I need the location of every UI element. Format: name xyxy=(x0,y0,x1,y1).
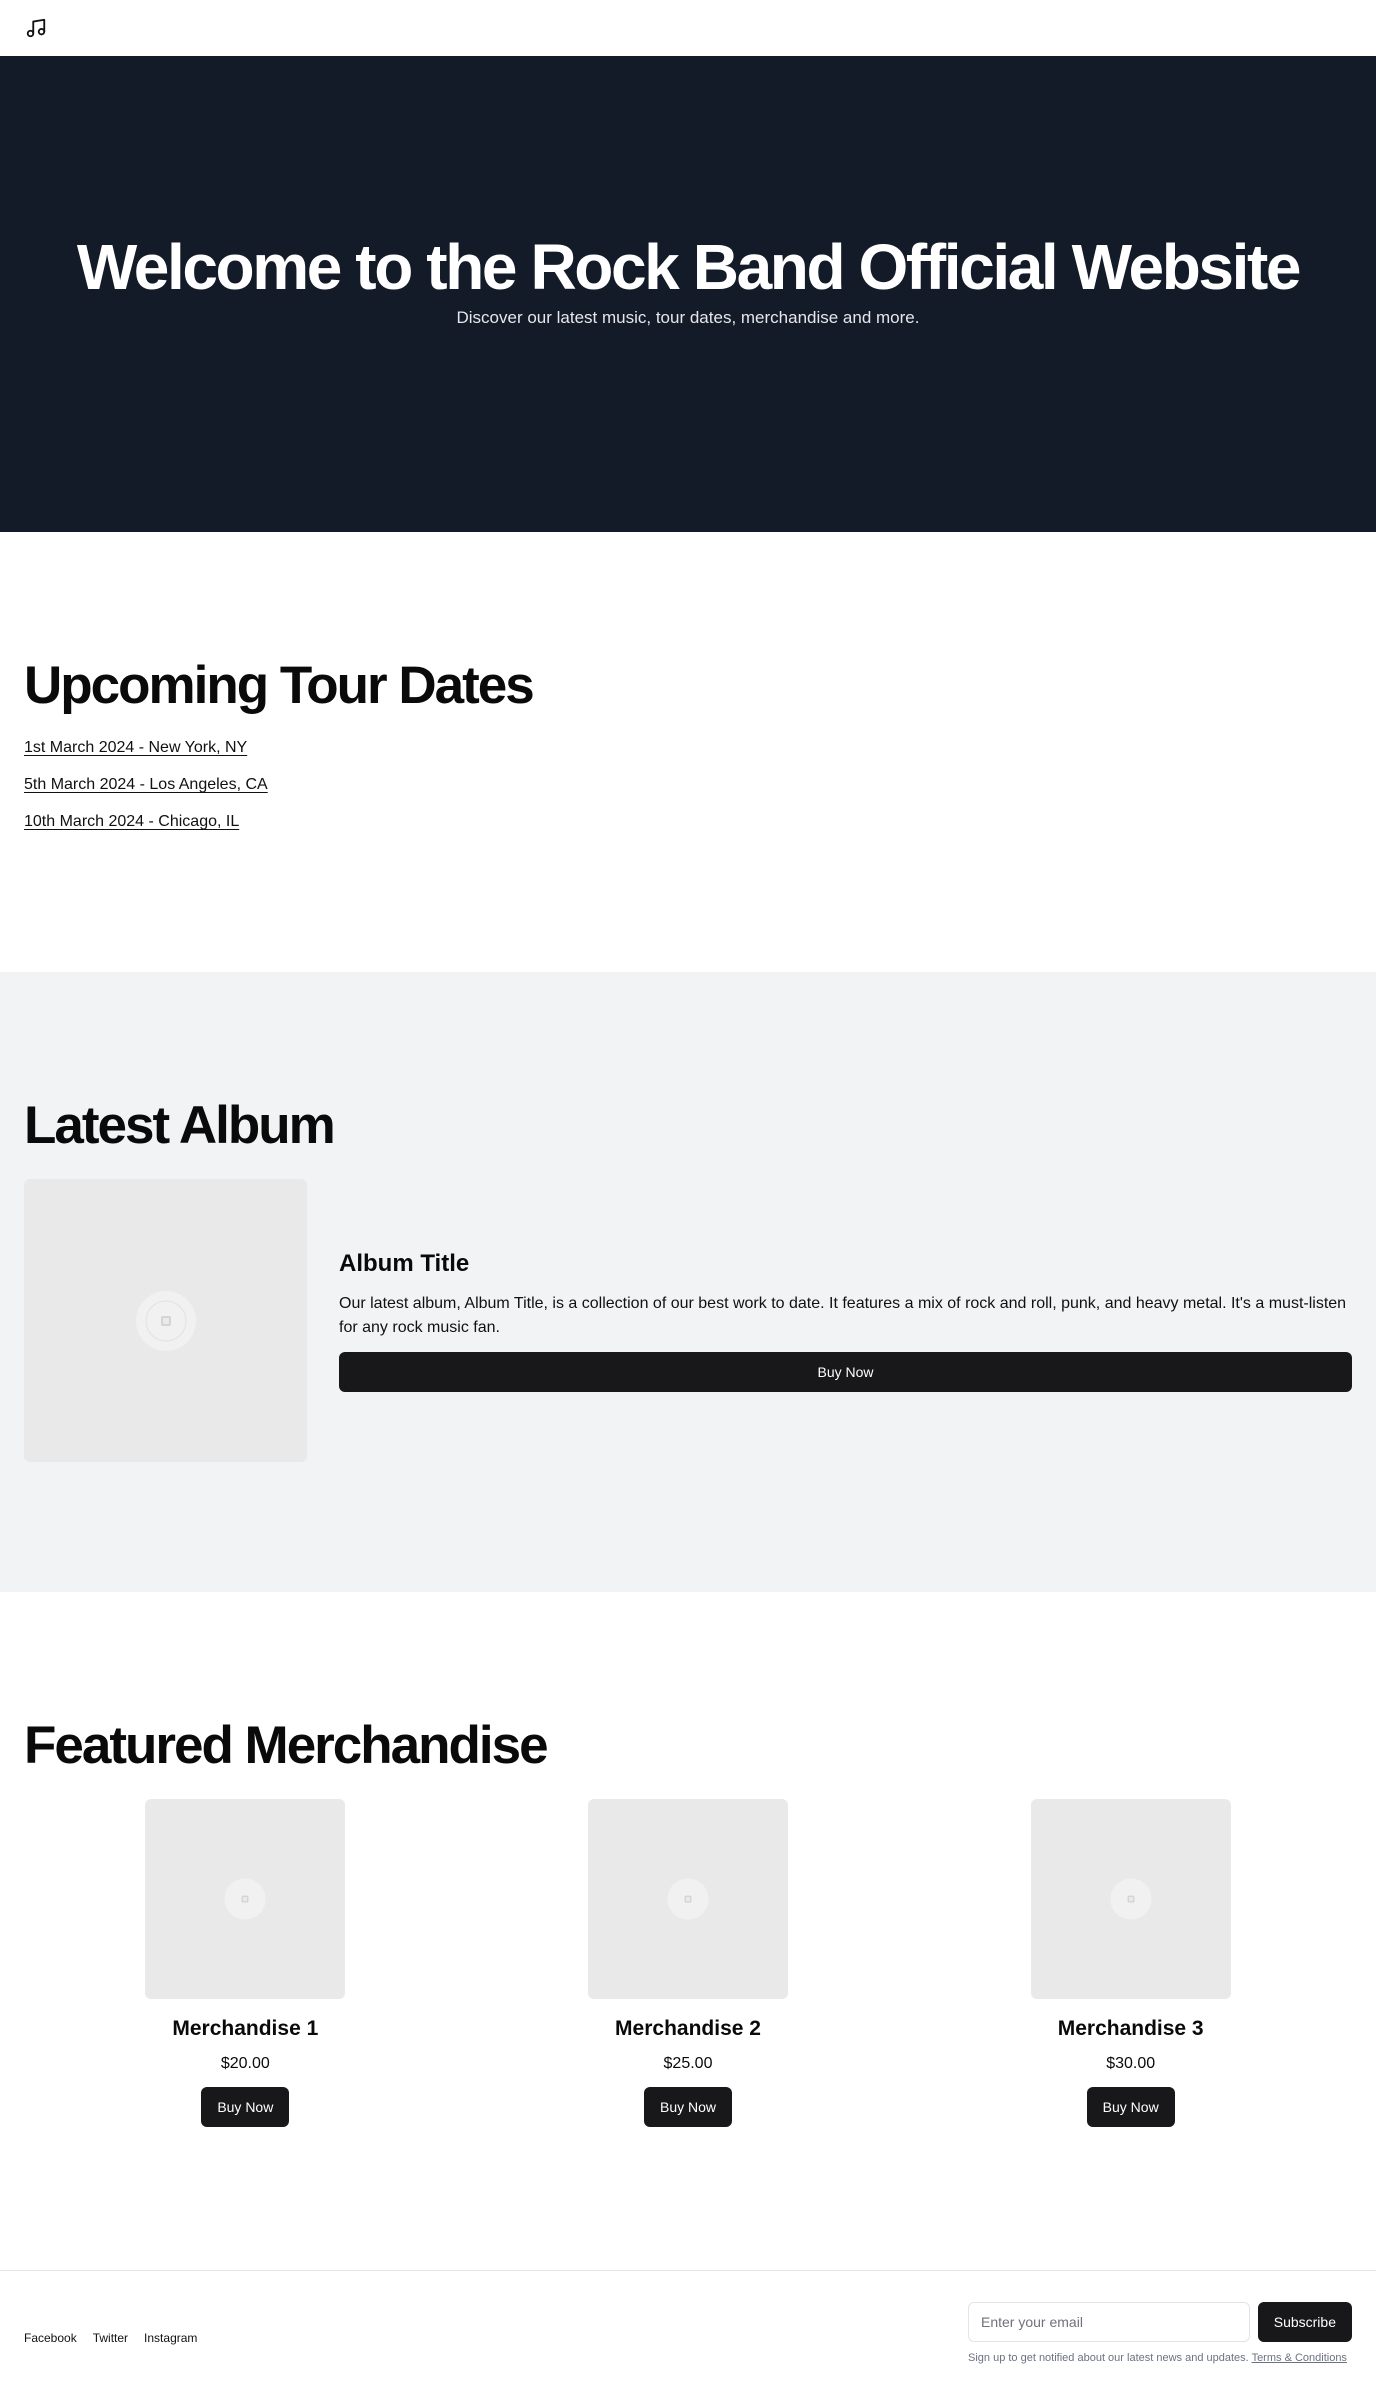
newsletter-note-text: Sign up to get notified about our latest… xyxy=(968,2351,1249,2364)
footer-social-links: Facebook Twitter Instagram xyxy=(24,2323,197,2345)
merch-name: Merchandise 3 xyxy=(1057,2017,1204,2041)
hero-subtitle: Discover our latest music, tour dates, m… xyxy=(456,307,920,327)
list-item: 1st March 2024 - New York, NY xyxy=(24,739,1352,757)
merch-section: Featured Merchandise Merchandise 1 $20.0… xyxy=(0,1592,1376,2270)
merch-image xyxy=(145,1799,346,2000)
subscribe-button[interactable]: Subscribe xyxy=(1257,2301,1352,2342)
merch-grid: Merchandise 1 $20.00 Buy Now Merchandise… xyxy=(24,1799,1352,2128)
tour-section: Upcoming Tour Dates 1st March 2024 - New… xyxy=(0,532,1376,972)
hero-section: Welcome to the Rock Band Official Websit… xyxy=(0,56,1376,532)
album-description: Our latest album, Album Title, is a coll… xyxy=(339,1294,1347,1336)
newsletter-row: Subscribe xyxy=(968,2301,1352,2342)
instagram-link[interactable]: Instagram xyxy=(144,2331,197,2345)
merch-card: Merchandise 1 $20.00 Buy Now xyxy=(24,1799,467,2128)
album-info: Album Title Our latest album, Album Titl… xyxy=(339,1250,1352,1392)
merch-name: Merchandise 1 xyxy=(172,2017,319,2041)
tour-date-link[interactable]: 1st March 2024 - New York, NY xyxy=(24,739,247,756)
merch-title: Featured Merchandise xyxy=(24,1716,549,1775)
album-section-title: Latest Album xyxy=(24,1096,336,1155)
album-row: Album Title Our latest album, Album Titl… xyxy=(24,1179,1352,1463)
merch-price: $30.00 xyxy=(1106,2055,1156,2073)
merch-card: Merchandise 2 $25.00 Buy Now xyxy=(467,1799,910,2128)
newsletter-form: Subscribe Sign up to get notified about … xyxy=(968,2301,1352,2366)
tour-date-list: 1st March 2024 - New York, NY 5th March … xyxy=(24,739,1352,831)
album-buy-button[interactable]: Buy Now xyxy=(339,1351,1352,1392)
image-placeholder-icon xyxy=(224,1878,266,1920)
tour-date-link[interactable]: 5th March 2024 - Los Angeles, CA xyxy=(24,776,268,793)
merch-image xyxy=(588,1799,788,2000)
newsletter-note: Sign up to get notified about our latest… xyxy=(968,2350,1352,2366)
site-header xyxy=(0,0,1376,56)
merch-card: Merchandise 3 $30.00 Buy Now xyxy=(909,1799,1352,2128)
twitter-link[interactable]: Twitter xyxy=(93,2331,128,2345)
merch-name: Merchandise 2 xyxy=(615,2017,761,2041)
list-item: 5th March 2024 - Los Angeles, CA xyxy=(24,776,1352,794)
hero-title: Welcome to the Rock Band Official Websit… xyxy=(76,231,1302,304)
album-cover xyxy=(24,1179,307,1463)
site-footer: Facebook Twitter Instagram Subscribe Sig… xyxy=(0,2270,1376,2396)
merch-buy-button[interactable]: Buy Now xyxy=(201,2087,290,2128)
album-title: Album Title xyxy=(339,1249,470,1277)
music-note-icon[interactable] xyxy=(24,16,48,40)
facebook-link[interactable]: Facebook xyxy=(24,2331,77,2345)
merch-price: $25.00 xyxy=(663,2055,713,2073)
image-placeholder-icon xyxy=(135,1290,196,1351)
image-placeholder-icon xyxy=(1110,1878,1152,1920)
merch-buy-button[interactable]: Buy Now xyxy=(643,2087,733,2128)
album-section: Latest Album Album Title Our latest albu… xyxy=(0,972,1376,1592)
email-input[interactable] xyxy=(968,2301,1250,2342)
list-item: 10th March 2024 - Chicago, IL xyxy=(24,813,1352,831)
merch-image xyxy=(1030,1799,1231,2000)
terms-link[interactable]: Terms & Conditions xyxy=(1252,2352,1347,2364)
merch-buy-button[interactable]: Buy Now xyxy=(1086,2087,1175,2128)
merch-price: $20.00 xyxy=(220,2055,270,2073)
tour-date-link[interactable]: 10th March 2024 - Chicago, IL xyxy=(24,813,239,830)
image-placeholder-icon xyxy=(667,1878,709,1920)
tour-title: Upcoming Tour Dates xyxy=(24,656,535,715)
